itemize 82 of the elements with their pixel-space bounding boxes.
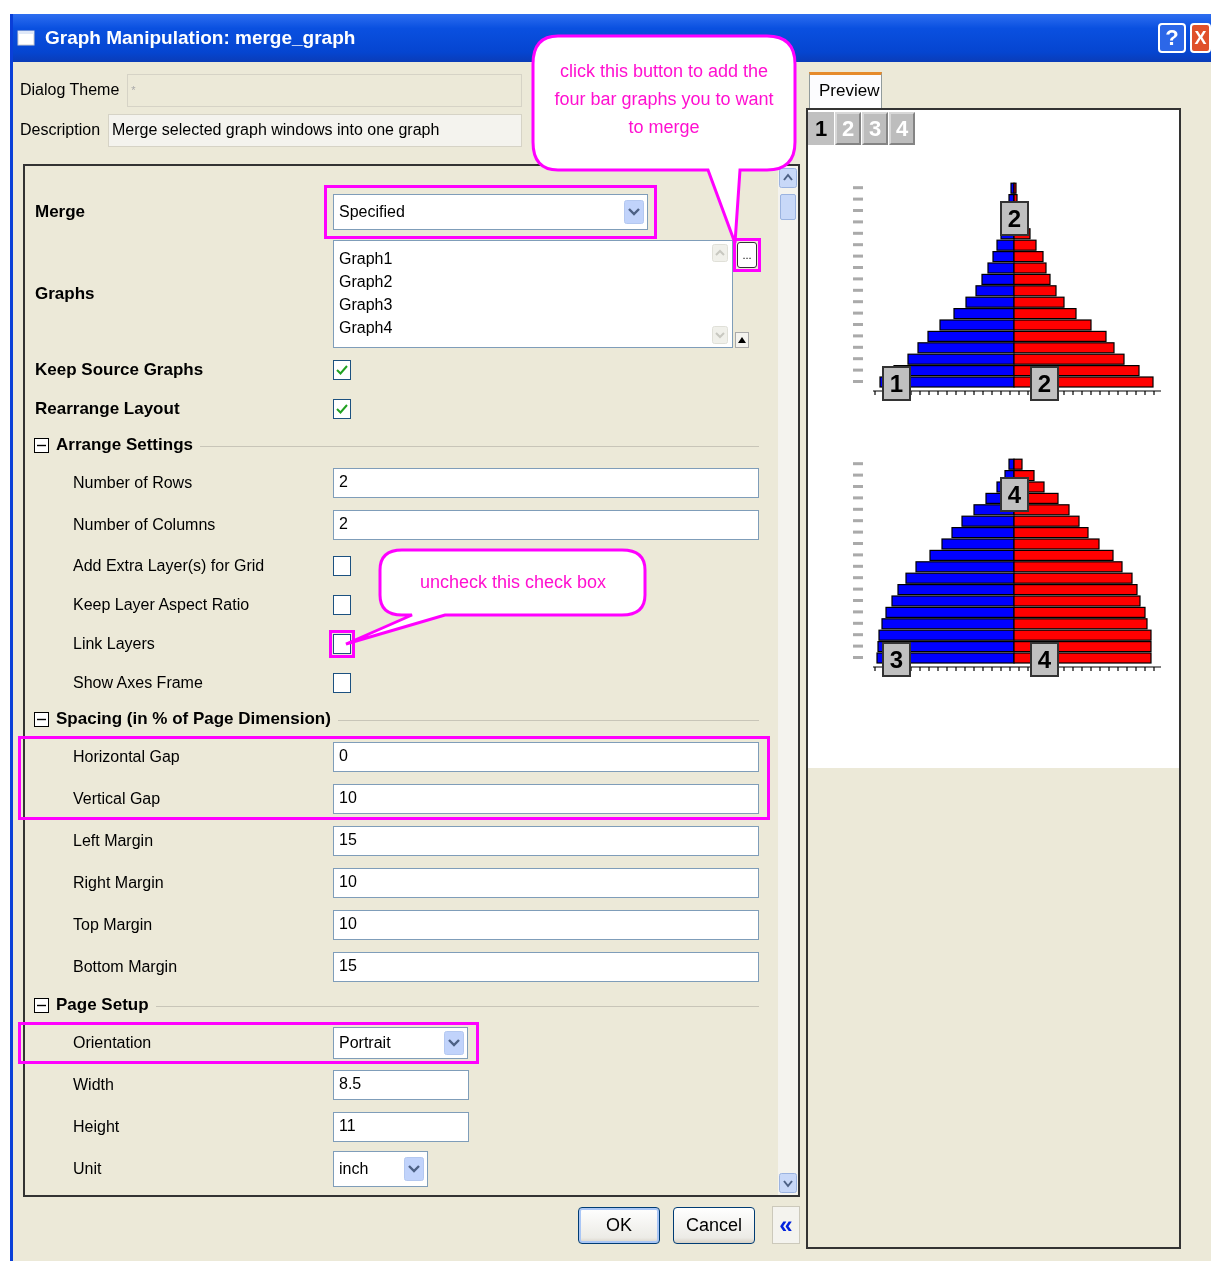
move-up-button[interactable] xyxy=(735,331,749,348)
field-label: Show Axes Frame xyxy=(72,673,204,692)
field-label: Unit xyxy=(72,1160,103,1178)
field-label: Horizontal Gap xyxy=(72,748,181,766)
graph-label: 2 xyxy=(1000,201,1029,236)
field-label: Right Margin xyxy=(72,874,165,892)
checkbox[interactable] xyxy=(333,398,351,419)
field-label: Add Extra Layer(s) for Grid xyxy=(72,556,266,575)
ok-button[interactable]: OK xyxy=(578,1206,660,1244)
checkbox[interactable] xyxy=(333,359,351,380)
input-field[interactable]: 8.5 xyxy=(333,1070,469,1100)
dropdown-value: Portrait xyxy=(339,1034,391,1052)
graph-label: 2 xyxy=(1030,366,1059,401)
triangle-icon xyxy=(738,336,746,343)
dropdown[interactable]: Portrait xyxy=(333,1027,468,1059)
cancel-button[interactable]: Cancel xyxy=(673,1206,755,1244)
field-label: Merge xyxy=(34,202,87,222)
graph-label: 4 xyxy=(1000,477,1029,512)
window-title: Graph Manipulation: merge_graph xyxy=(45,27,356,49)
callout-text: uncheck this check box xyxy=(418,571,608,594)
callout-text: click this button to add the four bar graphs you to want to merge xyxy=(554,60,774,139)
field-label: Dialog Theme xyxy=(20,81,120,99)
field-label: Keep Source Graphs xyxy=(34,359,205,380)
theme-field[interactable]: * xyxy=(127,73,522,107)
input-field[interactable]: 15 xyxy=(333,952,759,982)
section-title: Page Setup xyxy=(56,995,149,1015)
input-field[interactable]: 10 xyxy=(333,784,759,814)
scroll-down-icon xyxy=(779,1173,797,1193)
help-button[interactable]: ? xyxy=(1158,23,1186,53)
section-title: Spacing (in % of Page Dimension) xyxy=(56,709,331,729)
scroll-down-icon xyxy=(712,325,728,344)
graph-list[interactable]: Graph1 Graph2 Graph3 Graph4 xyxy=(333,239,733,348)
input-field[interactable]: 15 xyxy=(333,826,759,856)
description-field[interactable]: Merge selected graph windows into one graph xyxy=(108,113,522,147)
collapse-icon[interactable] xyxy=(34,437,49,453)
list-item[interactable]: Graph3 xyxy=(339,292,703,316)
dropdown-value: inch xyxy=(339,1160,369,1178)
field-label: Number of Columns xyxy=(72,516,217,534)
collapse-icon[interactable] xyxy=(34,997,49,1013)
list-item[interactable]: Graph1 xyxy=(339,246,703,270)
field-label: Description xyxy=(20,121,101,139)
field-label: Graphs xyxy=(34,283,96,304)
graph-label: 3 xyxy=(882,642,911,677)
field-label: Bottom Margin xyxy=(72,958,179,976)
input-field[interactable]: 10 xyxy=(333,910,759,940)
collapse-icon[interactable] xyxy=(34,711,49,727)
tab[interactable]: Preview xyxy=(809,72,882,108)
dropdown[interactable]: Specified xyxy=(333,194,648,230)
list-item[interactable]: Graph4 xyxy=(339,315,703,339)
field-label: Number of Rows xyxy=(72,474,194,492)
checkbox[interactable] xyxy=(333,555,351,576)
field-label: Keep Layer Aspect Ratio xyxy=(72,595,251,614)
page-tab[interactable]: 1 xyxy=(808,112,834,145)
dropdown-value: Specified xyxy=(339,203,405,221)
checkbox[interactable] xyxy=(333,672,351,693)
list-item[interactable]: Graph2 xyxy=(339,269,703,293)
dropdown[interactable]: inch xyxy=(333,1151,428,1187)
scroll-thumb[interactable] xyxy=(780,194,796,220)
input-field[interactable]: 11 xyxy=(333,1112,469,1142)
field-label: Height xyxy=(72,1118,121,1136)
input-field[interactable]: 2 xyxy=(333,468,759,498)
field-label: Orientation xyxy=(72,1034,153,1052)
scroll-bar[interactable] xyxy=(778,166,798,1195)
field-label: Left Margin xyxy=(72,832,155,850)
close-button[interactable]: X xyxy=(1190,23,1211,53)
field-label: Rearrange Layout xyxy=(34,398,181,419)
graph-label: 1 xyxy=(882,366,911,401)
field-label: Top Margin xyxy=(72,916,154,934)
window-icon xyxy=(17,30,35,46)
field-label: Width xyxy=(72,1076,115,1094)
scroll-up-icon xyxy=(712,243,728,262)
scroll-up-icon xyxy=(779,168,797,188)
input-field[interactable]: 2 xyxy=(333,510,759,540)
graph-label: 4 xyxy=(1030,642,1059,677)
browse-button[interactable]: ... xyxy=(737,241,757,268)
collapse-button[interactable]: « xyxy=(772,1206,800,1244)
input-field[interactable]: 10 xyxy=(333,868,759,898)
field-label: Link Layers xyxy=(72,634,156,653)
section-title: Arrange Settings xyxy=(56,435,193,455)
field-label: Vertical Gap xyxy=(72,790,162,808)
checkbox[interactable] xyxy=(333,594,351,615)
input-field[interactable]: 0 xyxy=(333,742,759,772)
